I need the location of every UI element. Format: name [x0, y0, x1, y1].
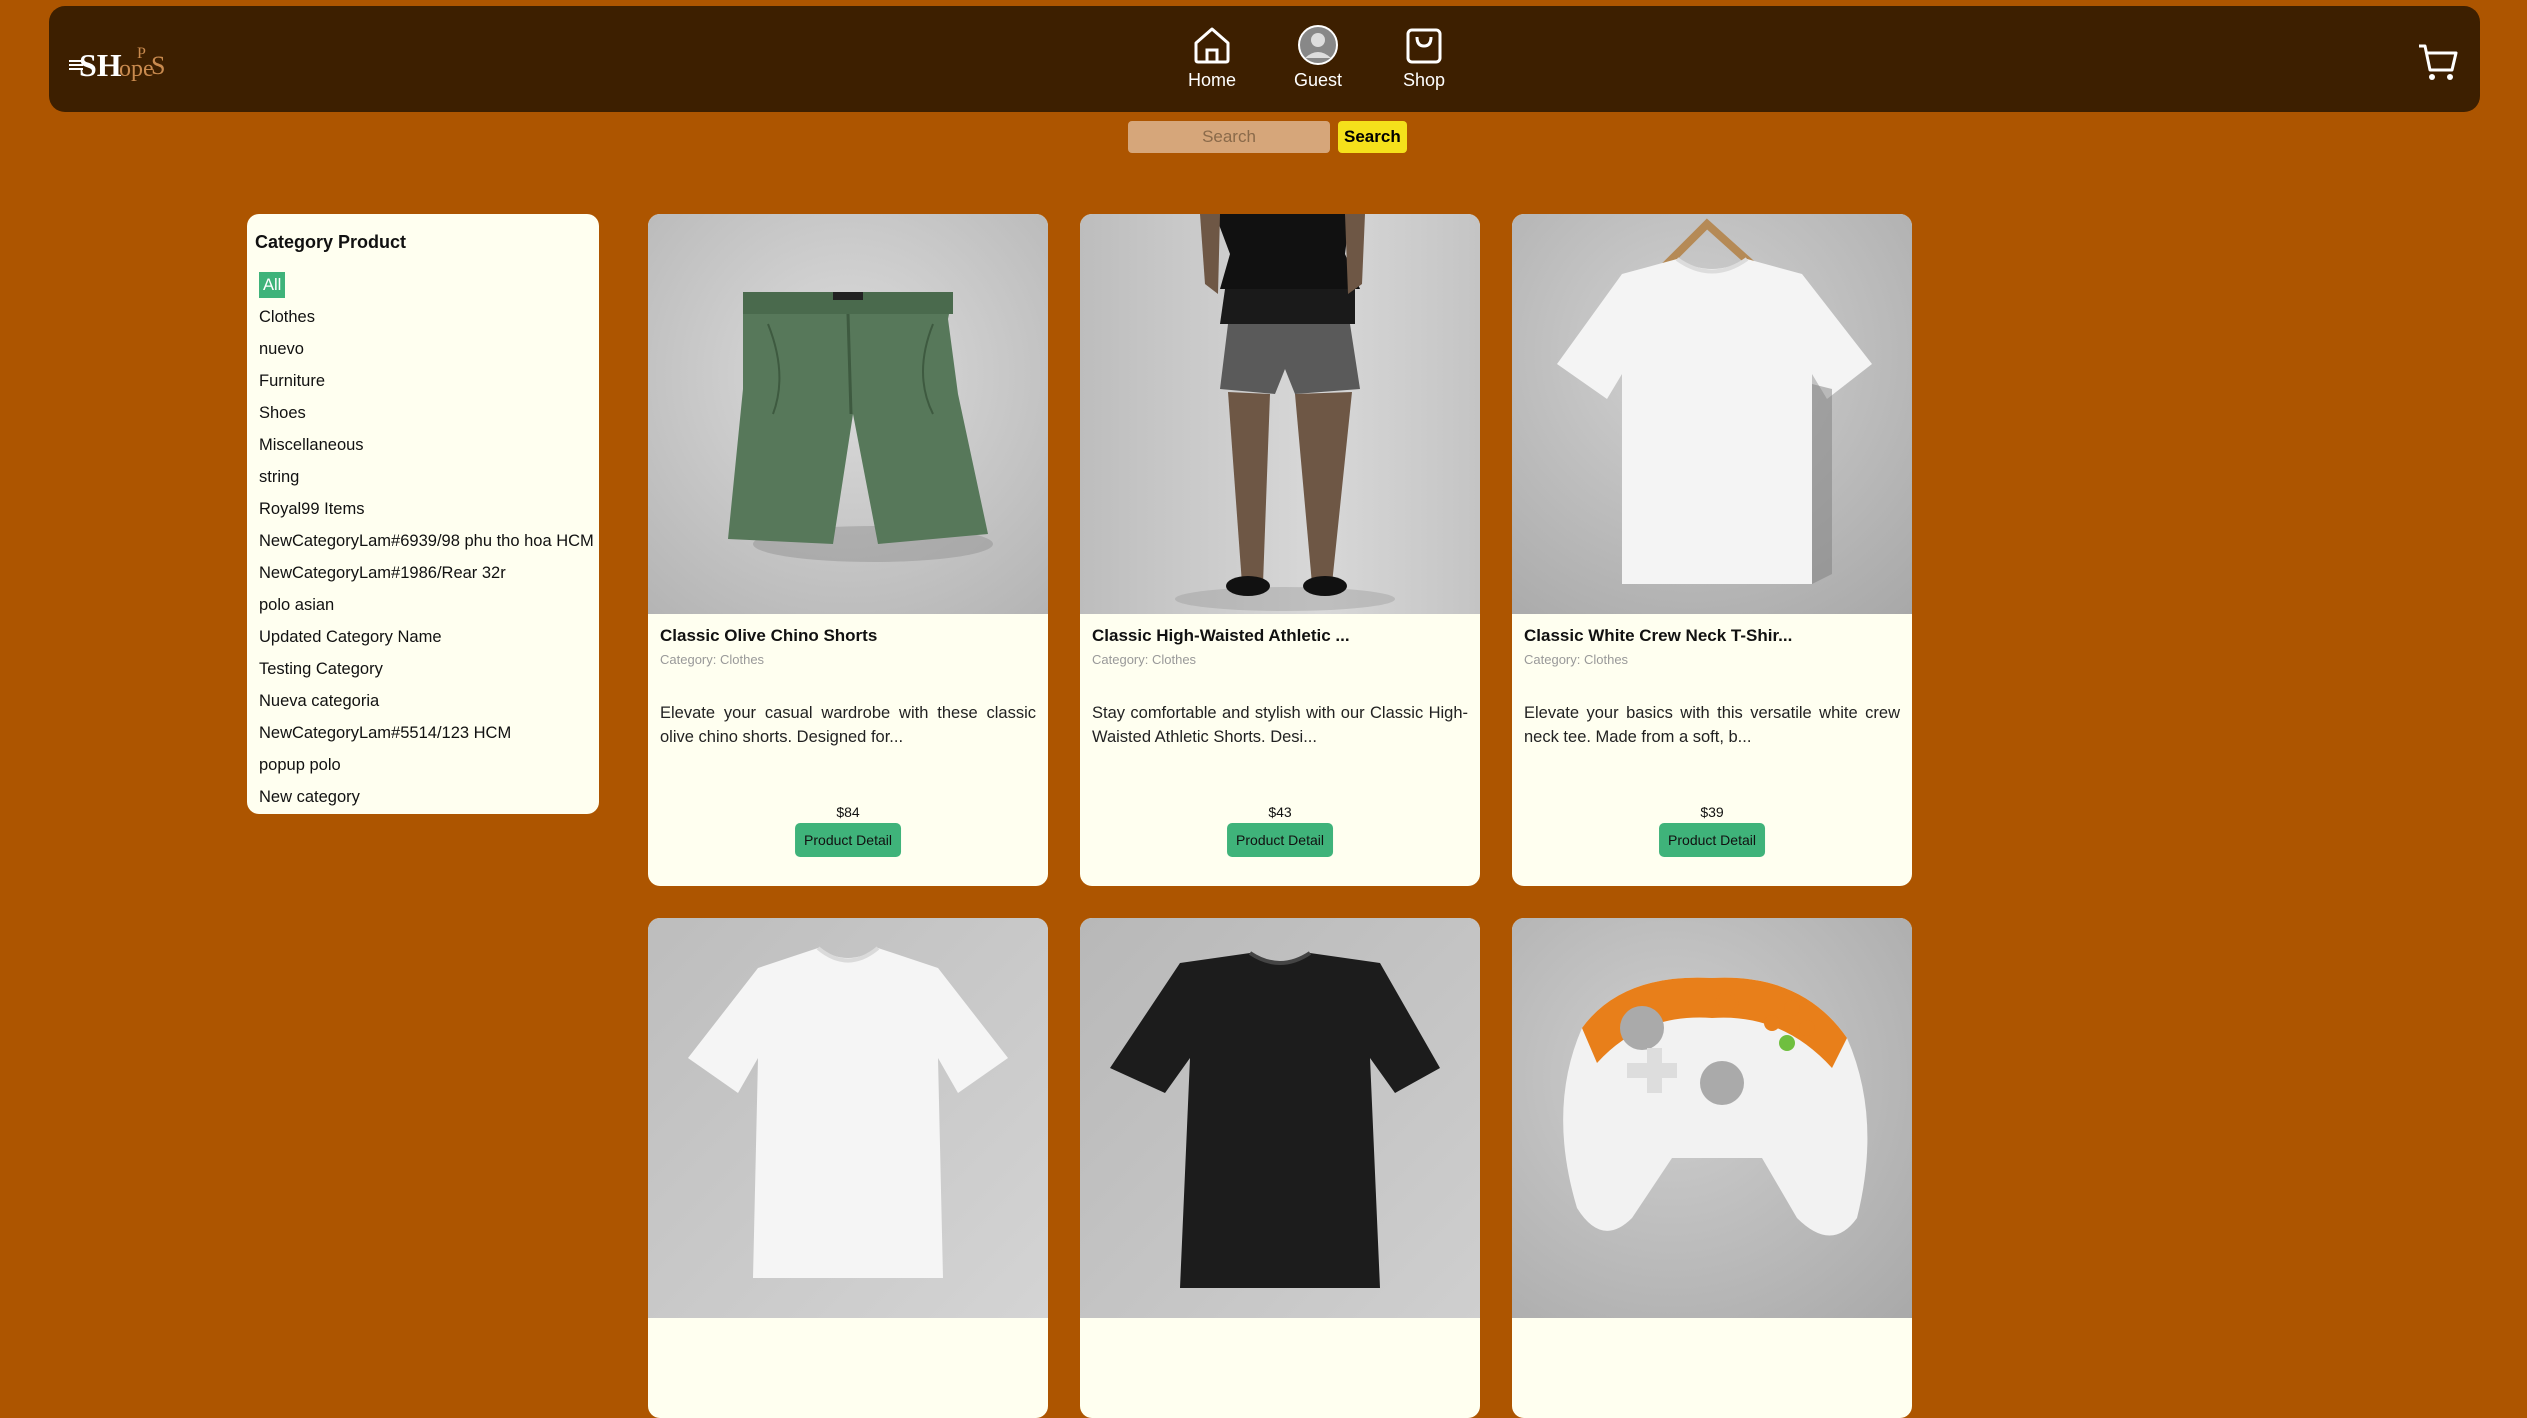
svg-text:P: P [137, 45, 146, 62]
category-item-testing[interactable]: Testing Category [255, 653, 591, 685]
category-item-royal99[interactable]: Royal99 Items [255, 493, 591, 525]
category-label: Royal99 Items [259, 500, 365, 518]
product-card[interactable] [648, 918, 1048, 1418]
category-item-clothes[interactable]: Clothes [255, 301, 591, 333]
product-card[interactable] [1080, 918, 1480, 1418]
category-item-furniture[interactable]: Furniture [255, 365, 591, 397]
category-label: New category [259, 788, 360, 806]
category-label: Miscellaneous [259, 436, 364, 454]
product-card[interactable] [1512, 918, 1912, 1418]
svg-text:S: S [151, 51, 165, 80]
category-item-all[interactable]: All [255, 269, 591, 301]
product-price: $39 [1700, 804, 1724, 820]
main-nav: Home Guest Shop [1159, 24, 1477, 91]
nav-home-label: Home [1187, 70, 1236, 90]
product-image[interactable] [648, 214, 1048, 614]
search-input[interactable] [1128, 121, 1330, 153]
category-item-new-category[interactable]: New category [255, 781, 591, 813]
product-image[interactable] [1512, 918, 1912, 1318]
nav-shop[interactable]: Shop [1371, 24, 1477, 91]
sidebar-title: Category Product [255, 232, 407, 252]
category-label: Shoes [259, 404, 306, 422]
category-item-polo-asian[interactable]: polo asian [255, 589, 591, 621]
nav-guest[interactable]: Guest [1265, 24, 1371, 91]
product-detail-button[interactable]: Product Detail [1659, 823, 1765, 857]
product-title: Classic High-Waisted Athletic ... [1092, 626, 1350, 645]
category-item-newcat-5514[interactable]: NewCategoryLam#5514/123 HCM [255, 717, 591, 749]
product-body: Classic High-Waisted Athletic ... Catego… [1080, 614, 1480, 886]
category-label: NewCategoryLam#1986/Rear 32r [259, 564, 506, 582]
product-category: Category: Clothes [1092, 652, 1197, 667]
nav-home[interactable]: Home [1159, 24, 1265, 91]
category-label: Furniture [259, 372, 326, 390]
category-label: All [259, 272, 286, 298]
category-label: NewCategoryLam#5514/123 HCM [259, 724, 512, 742]
category-item-popup-polo[interactable]: popup polo [255, 749, 591, 781]
product-detail-button[interactable]: Product Detail [1227, 823, 1333, 857]
product-detail-button[interactable]: Product Detail [795, 823, 901, 857]
category-sidebar: Category Product All Clothes nuevo Furni… [247, 214, 599, 814]
category-list: All Clothes nuevo Furniture Shoes Miscel… [255, 269, 594, 813]
product-card[interactable]: Classic High-Waisted Athletic ... Catego… [1080, 214, 1480, 886]
nav-shop-label: Shop [1402, 70, 1446, 90]
category-label: Testing Category [259, 660, 383, 678]
search-button[interactable]: Search [1338, 121, 1407, 153]
shopping-bag-icon [1406, 28, 1442, 64]
category-label: popup polo [259, 756, 341, 774]
product-title: Classic Olive Chino Shorts [660, 626, 878, 645]
product-description: Elevate your basics with this versatile … [1524, 704, 1900, 746]
category-label: NewCategoryLam#6939/98 phu tho hoa HCM [259, 532, 594, 550]
cart-icon [2419, 44, 2458, 80]
product-description: Elevate your casual wardrobe with these … [660, 704, 1036, 746]
svg-text:SH: SH [79, 47, 122, 83]
product-card[interactable]: Classic Olive Chino Shorts Category: Clo… [648, 214, 1048, 886]
category-label: polo asian [259, 596, 335, 614]
logo[interactable]: SH ope P S [67, 36, 177, 86]
category-item-miscellaneous[interactable]: Miscellaneous [255, 429, 591, 461]
product-price: $84 [836, 804, 860, 820]
category-item-newcat-1986[interactable]: NewCategoryLam#1986/Rear 32r [255, 557, 591, 589]
product-body: Classic Olive Chino Shorts Category: Clo… [648, 614, 1048, 886]
product-image[interactable] [1080, 918, 1480, 1318]
product-title: Classic White Crew Neck T-Shir... [1524, 626, 1793, 645]
product-image[interactable] [1512, 214, 1912, 614]
category-label: Updated Category Name [259, 628, 442, 646]
user-avatar-icon [1298, 25, 1338, 65]
category-item-updated[interactable]: Updated Category Name [255, 621, 591, 653]
product-category: Category: Clothes [1524, 652, 1629, 667]
product-card[interactable]: Classic White Crew Neck T-Shir... Catego… [1512, 214, 1912, 886]
category-item-nueva[interactable]: Nueva categoria [255, 685, 591, 717]
cart-button[interactable] [2416, 40, 2460, 84]
product-description: Stay comfortable and stylish with our Cl… [1092, 704, 1468, 746]
category-item-shoes[interactable]: Shoes [255, 397, 591, 429]
product-price: $43 [1268, 804, 1292, 820]
category-label: nuevo [259, 340, 304, 358]
category-item-newcat-6939[interactable]: NewCategoryLam#6939/98 phu tho hoa HCM [255, 525, 594, 557]
navbar: SH ope P S Home Guest Shop [49, 6, 2480, 112]
category-label: Nueva categoria [259, 692, 380, 710]
product-category: Category: Clothes [660, 652, 765, 667]
category-label: string [259, 468, 300, 486]
category-item-string[interactable]: string [255, 461, 591, 493]
category-label: Clothes [259, 308, 315, 326]
home-icon [1194, 27, 1230, 64]
nav-guest-label: Guest [1293, 70, 1343, 90]
search-bar: Search [1128, 121, 1407, 153]
product-image[interactable] [648, 918, 1048, 1318]
category-item-nuevo[interactable]: nuevo [255, 333, 591, 365]
product-body: Classic White Crew Neck T-Shir... Catego… [1512, 614, 1912, 886]
product-image[interactable] [1080, 214, 1480, 614]
